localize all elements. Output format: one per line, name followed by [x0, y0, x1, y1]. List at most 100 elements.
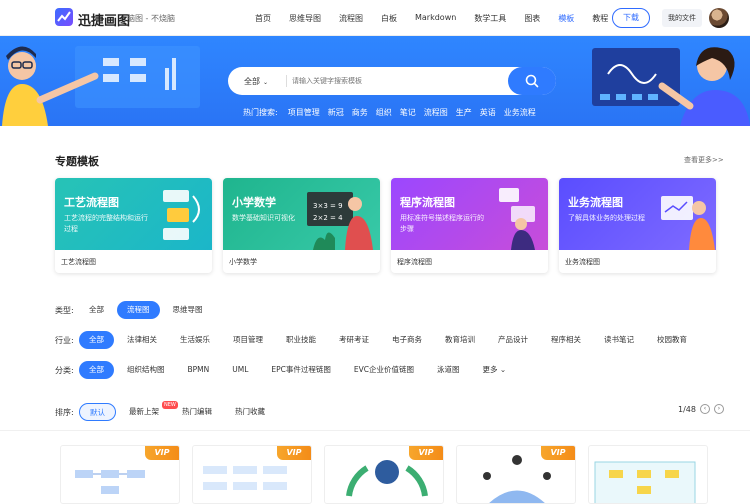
- hot-term[interactable]: 英语: [480, 107, 496, 118]
- chevron-down-icon: ⌄: [263, 79, 269, 86]
- nav-markdown[interactable]: Markdown: [415, 13, 456, 24]
- industry-label: 行业:: [55, 335, 74, 345]
- industry-chip[interactable]: 考研考证: [329, 331, 379, 349]
- sort-default[interactable]: 默认: [79, 403, 116, 421]
- card-footer: 业务流程图: [565, 258, 600, 266]
- category-chip[interactable]: EPC事件过程链图: [261, 361, 341, 379]
- industry-chip[interactable]: 电子商务: [382, 331, 432, 349]
- card-desc: 数学基础知识可视化: [232, 214, 295, 222]
- search-category-select[interactable]: 全部 ⌄: [244, 76, 268, 87]
- type-chip-active[interactable]: 流程图: [117, 301, 160, 319]
- search-icon: [525, 74, 539, 88]
- top-header: 迅捷画图 脑图 - 不烧脑 首页 思维导图 流程图 白板 Markdown 数学…: [0, 0, 750, 36]
- see-more-link[interactable]: 查看更多>>: [684, 155, 724, 165]
- hot-term[interactable]: 新冠: [328, 107, 344, 118]
- card-desc: 用标准符号描述程序运行的步骤: [400, 214, 484, 233]
- type-label: 类型:: [55, 305, 74, 315]
- hot-searches-label: 热门搜索:: [243, 108, 278, 117]
- category-chip[interactable]: EVC企业价值链图: [344, 361, 424, 379]
- category-chip-active[interactable]: 全部: [79, 361, 114, 379]
- category-chip[interactable]: BPMN: [178, 361, 220, 379]
- logo-icon[interactable]: [55, 8, 73, 26]
- card-footer: 工艺流程图: [61, 258, 96, 266]
- hot-term[interactable]: 笔记: [400, 107, 416, 118]
- nav-home[interactable]: 首页: [255, 13, 271, 24]
- card-title: 业务流程图: [568, 196, 623, 209]
- chevron-down-icon: ⌄: [499, 365, 507, 374]
- search-separator: [286, 75, 287, 87]
- search-banner: 全部⌄ 热门搜索: 项目管理 新冠 商务 组织 笔记 流程图 生产 英语 业务流…: [0, 36, 750, 126]
- hot-term[interactable]: 项目管理: [288, 107, 320, 118]
- industry-chip[interactable]: 职业技能: [276, 331, 326, 349]
- search-input[interactable]: [292, 73, 502, 89]
- sort-hot-edit[interactable]: 热门编辑: [172, 403, 222, 421]
- hot-term[interactable]: 商务: [352, 107, 368, 118]
- hot-term[interactable]: 生产: [456, 107, 472, 118]
- brand-name[interactable]: 迅捷画图: [78, 10, 130, 29]
- section-title: 专题模板: [55, 155, 99, 168]
- template-thumb[interactable]: VIP: [192, 445, 312, 504]
- prev-page-icon[interactable]: ‹: [699, 404, 710, 414]
- avatar[interactable]: [709, 8, 729, 28]
- category-label: 分类:: [55, 365, 74, 375]
- more-dropdown[interactable]: 更多 ⌄: [473, 361, 517, 379]
- category-chip[interactable]: 泳道图: [427, 361, 470, 379]
- card-cover: 工艺流程图 工艺流程的完整结构和运行过程: [55, 178, 212, 250]
- nav-charts[interactable]: 图表: [524, 13, 540, 24]
- template-thumb[interactable]: VIP: [324, 445, 444, 504]
- featured-card[interactable]: 3×3 = 9 2×2 = 4 小学数学 数学基础知识可视化 小学数学: [223, 178, 380, 273]
- hot-term[interactable]: 流程图: [424, 107, 448, 118]
- nav-math-tools[interactable]: 数学工具: [474, 13, 506, 24]
- nav-whiteboard[interactable]: 白板: [381, 13, 397, 24]
- industry-chip[interactable]: 项目管理: [223, 331, 273, 349]
- vip-badge: VIP: [409, 446, 443, 460]
- download-button[interactable]: 下载: [612, 8, 650, 28]
- card-title: 小学数学: [232, 196, 276, 209]
- category-chip[interactable]: UML: [222, 361, 258, 379]
- category-chip[interactable]: 组织结构图: [117, 361, 175, 379]
- industry-chip[interactable]: 法律相关: [117, 331, 167, 349]
- nav-tutorials[interactable]: 教程: [592, 13, 608, 24]
- type-chip[interactable]: 思维导图: [163, 301, 213, 319]
- industry-chip[interactable]: 产品设计: [488, 331, 538, 349]
- card-title: 程序流程图: [400, 196, 455, 209]
- industry-chip[interactable]: 校园教育: [647, 331, 697, 349]
- vip-badge: VIP: [541, 446, 575, 460]
- card-cover: 3×3 = 9 2×2 = 4 小学数学 数学基础知识可视化: [223, 178, 380, 250]
- nav-templates[interactable]: 模板: [558, 13, 574, 24]
- industry-chip[interactable]: 程序相关: [541, 331, 591, 349]
- industry-chip[interactable]: 生活娱乐: [170, 331, 220, 349]
- vip-badge: VIP: [145, 446, 179, 460]
- type-filter-row: 类型: 全部 流程图 思维导图: [55, 301, 216, 319]
- type-chip[interactable]: 全部: [79, 301, 114, 319]
- template-thumb[interactable]: VIP: [60, 445, 180, 504]
- featured-card[interactable]: 程序流程图 用标准符号描述程序运行的步骤 程序流程图: [391, 178, 548, 273]
- hot-term[interactable]: 组织: [376, 107, 392, 118]
- swimlane-preview: [594, 461, 696, 503]
- search-box: 全部 ⌄: [228, 67, 556, 95]
- divider: [0, 430, 750, 431]
- nav-mindmap[interactable]: 思维导图: [289, 13, 321, 24]
- featured-card[interactable]: 业务流程图 了解具体业务的处理过程 业务流程图: [559, 178, 716, 273]
- sort-hot-fav[interactable]: 热门收藏: [225, 403, 275, 421]
- nav-flowchart[interactable]: 流程图: [339, 13, 363, 24]
- template-thumb[interactable]: VIP: [456, 445, 576, 504]
- industry-chip-active[interactable]: 全部: [79, 331, 114, 349]
- svg-text:3×3 = 9: 3×3 = 9: [313, 202, 343, 210]
- industry-chip[interactable]: 教育培训: [435, 331, 485, 349]
- vip-badge: VIP: [277, 446, 311, 460]
- sort-label: 排序:: [55, 407, 74, 417]
- new-badge: NEW: [162, 401, 178, 409]
- next-page-icon[interactable]: ›: [713, 404, 724, 414]
- card-footer: 小学数学: [229, 258, 257, 266]
- main-nav: 首页 思维导图 流程图 白板 Markdown 数学工具 图表 模板 教程: [255, 13, 626, 24]
- industry-chip[interactable]: 读书笔记: [594, 331, 644, 349]
- hot-term[interactable]: 业务流程: [504, 107, 536, 118]
- page-indicator: 1/48: [678, 404, 696, 414]
- featured-card[interactable]: 工艺流程图 工艺流程的完整结构和运行过程 工艺流程图: [55, 178, 212, 273]
- my-files-button[interactable]: 我的文件: [662, 9, 702, 27]
- card-footer: 程序流程图: [397, 258, 432, 266]
- search-button[interactable]: [508, 67, 556, 95]
- brand-tagline: 脑图 - 不烧脑: [127, 14, 175, 23]
- template-thumb[interactable]: [588, 445, 708, 504]
